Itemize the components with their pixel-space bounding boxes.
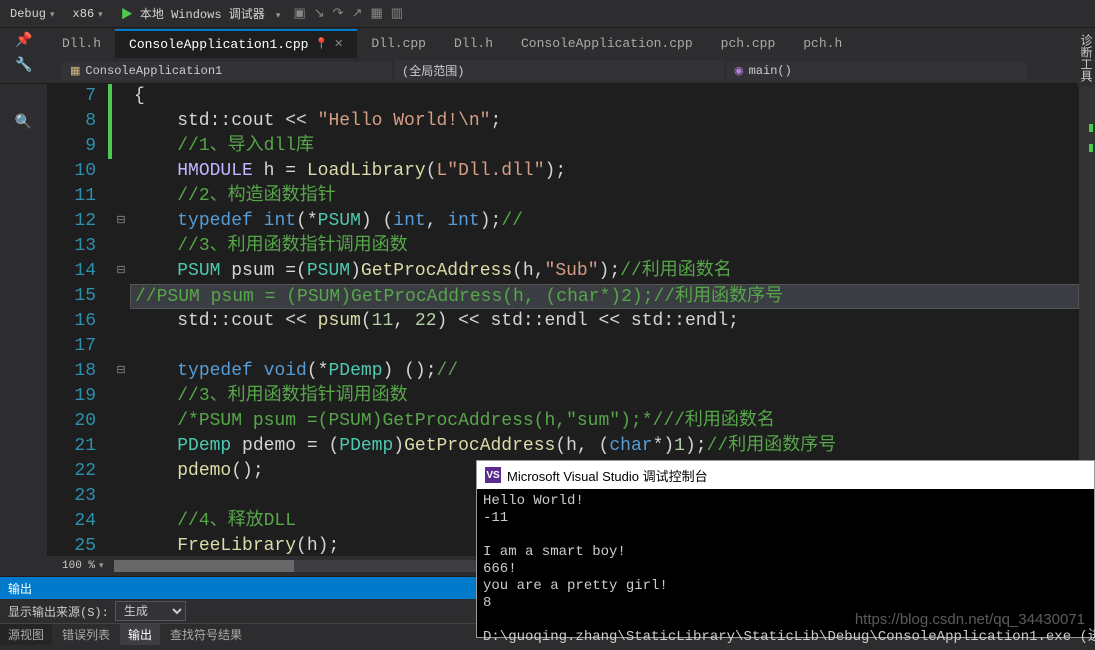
search-icon[interactable]: 🔍 bbox=[15, 115, 32, 131]
context-bar: ▦ConsoleApplication1 (全局范围) ◉main() bbox=[0, 58, 1095, 84]
pin-icon[interactable]: 📍 bbox=[314, 37, 328, 51]
diagnostics-tab[interactable]: 诊断工具 bbox=[1077, 30, 1095, 86]
wrench-icon[interactable]: 🔧 bbox=[15, 57, 32, 74]
chevron-down-icon: ▾ bbox=[98, 10, 103, 20]
tab-output[interactable]: 输出 bbox=[120, 624, 160, 645]
tab-error-list[interactable]: 错误列表 bbox=[54, 624, 118, 645]
play-icon: ▶ bbox=[121, 8, 133, 22]
file-tab[interactable]: ConsoleApplication1.cpp 📍✕ bbox=[115, 29, 357, 58]
scope-dropdown[interactable]: (全局范围) bbox=[394, 60, 724, 81]
file-tab[interactable]: Dll.cpp bbox=[357, 30, 440, 57]
file-tab[interactable]: Dll.h bbox=[48, 30, 115, 57]
file-tab[interactable]: Dll.h bbox=[440, 30, 507, 57]
step-over-icon[interactable]: ↷ bbox=[333, 6, 344, 21]
zoom-level[interactable]: 100 % bbox=[62, 560, 95, 572]
left-icon-strip: 📌 🔧 bbox=[0, 28, 48, 78]
pin-icon[interactable]: 📌 bbox=[15, 32, 32, 49]
project-icon: ▦ bbox=[70, 64, 80, 78]
console-title-text: Microsoft Visual Studio 调试控制台 bbox=[507, 466, 708, 485]
platform-dropdown[interactable]: x86▾ bbox=[68, 5, 108, 23]
line-numbers: 78910111213141516171819202122232425 bbox=[48, 84, 108, 556]
close-icon[interactable]: ✕ bbox=[334, 37, 343, 51]
step-out-icon[interactable]: ↗ bbox=[352, 6, 363, 21]
tab-source-view[interactable]: 源视图 bbox=[0, 624, 52, 645]
toolbar-button[interactable]: ▦ bbox=[370, 6, 382, 21]
main-toolbar: Debug▾ x86▾ ▶ 本地 Windows 调试器 ▾ ▣ ↘ ↷ ↗ ▦… bbox=[0, 0, 1095, 28]
chevron-down-icon: ▾ bbox=[50, 10, 55, 20]
file-tab[interactable]: ConsoleApplication.cpp bbox=[507, 30, 707, 57]
file-tabs: Dll.h ConsoleApplication1.cpp 📍✕ Dll.cpp… bbox=[0, 28, 1095, 58]
project-dropdown[interactable]: ▦ConsoleApplication1 bbox=[62, 62, 392, 80]
file-tab[interactable]: pch.cpp bbox=[707, 30, 790, 57]
side-strip: 🔍 bbox=[0, 84, 48, 556]
toolbar-button[interactable]: ▥ bbox=[391, 6, 403, 21]
function-dropdown[interactable]: ◉main() bbox=[726, 62, 1026, 80]
toolbar-button[interactable]: ▣ bbox=[293, 6, 305, 21]
console-titlebar[interactable]: VS Microsoft Visual Studio 调试控制台 bbox=[477, 461, 1094, 489]
vs-icon: VS bbox=[485, 467, 501, 483]
file-tab[interactable]: pch.h bbox=[789, 30, 856, 57]
watermark: https://blog.csdn.net/qq_34430071 bbox=[855, 611, 1085, 628]
start-debug-button[interactable]: ▶ 本地 Windows 调试器 ▾ bbox=[116, 3, 286, 24]
output-source-dropdown[interactable]: 生成 bbox=[115, 601, 186, 621]
tab-find-symbol[interactable]: 查找符号结果 bbox=[162, 624, 250, 645]
fold-column: ⊟⊟⊟ bbox=[112, 84, 130, 556]
output-source-label: 显示输出来源(S): bbox=[8, 603, 109, 620]
config-dropdown[interactable]: Debug▾ bbox=[5, 5, 60, 23]
method-icon: ◉ bbox=[734, 64, 744, 78]
step-into-icon[interactable]: ↘ bbox=[314, 6, 325, 21]
scroll-thumb[interactable] bbox=[114, 560, 294, 572]
